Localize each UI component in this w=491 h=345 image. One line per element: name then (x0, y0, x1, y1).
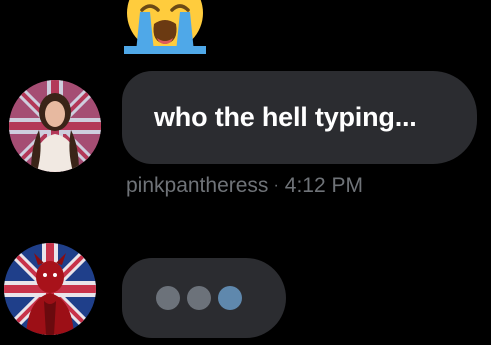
typing-indicator (122, 258, 286, 338)
chat-thread: who the hell typing... pinkpantheress · … (0, 0, 491, 345)
message-timestamp: 4:12 PM (284, 174, 363, 197)
user-avatar-red-devil[interactable] (4, 243, 96, 335)
message-meta: pinkpantheress · 4:12 PM (126, 171, 363, 201)
loudly-crying-face-icon[interactable] (124, 0, 206, 54)
sender-name[interactable]: pinkpantheress (126, 174, 268, 198)
user-avatar-pinkpantheress[interactable] (9, 80, 101, 172)
typing-dot (156, 286, 180, 310)
message-bubble[interactable]: who the hell typing... (122, 71, 477, 164)
typing-dot (218, 286, 242, 310)
meta-separator: · (273, 177, 279, 194)
typing-dot (187, 286, 211, 310)
message-text: who the hell typing... (154, 102, 417, 132)
